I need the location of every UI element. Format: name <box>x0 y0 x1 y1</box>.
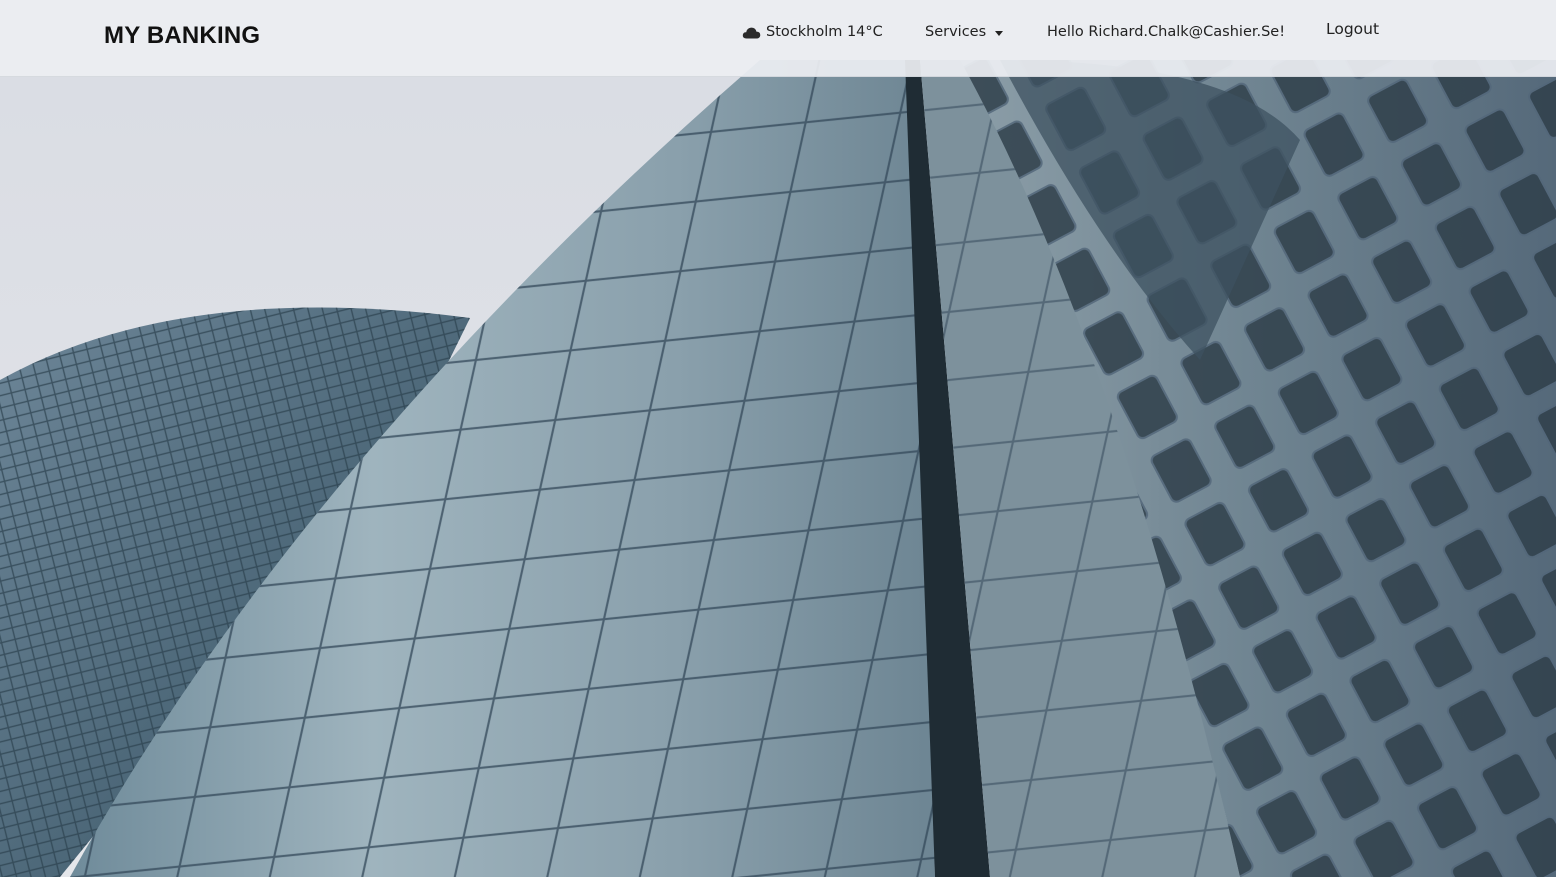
brand-logo[interactable]: MY BANKING <box>104 22 260 50</box>
hero-background-image <box>0 0 1556 877</box>
caret-down-icon <box>995 30 1004 36</box>
top-navbar: MY BANKING Stockholm 14°C Services Hello… <box>0 0 1556 77</box>
cloud-icon <box>742 27 761 38</box>
logout-link[interactable]: Logout <box>1326 20 1379 38</box>
services-dropdown[interactable]: Services <box>925 24 1004 40</box>
page: MY BANKING Stockholm 14°C Services Hello… <box>0 0 1556 877</box>
weather-widget[interactable]: Stockholm 14°C <box>742 24 883 40</box>
services-label: Services <box>925 24 987 40</box>
user-greeting[interactable]: Hello Richard.Chalk@Cashier.Se! <box>1047 24 1285 40</box>
weather-label: Stockholm 14°C <box>766 24 883 40</box>
